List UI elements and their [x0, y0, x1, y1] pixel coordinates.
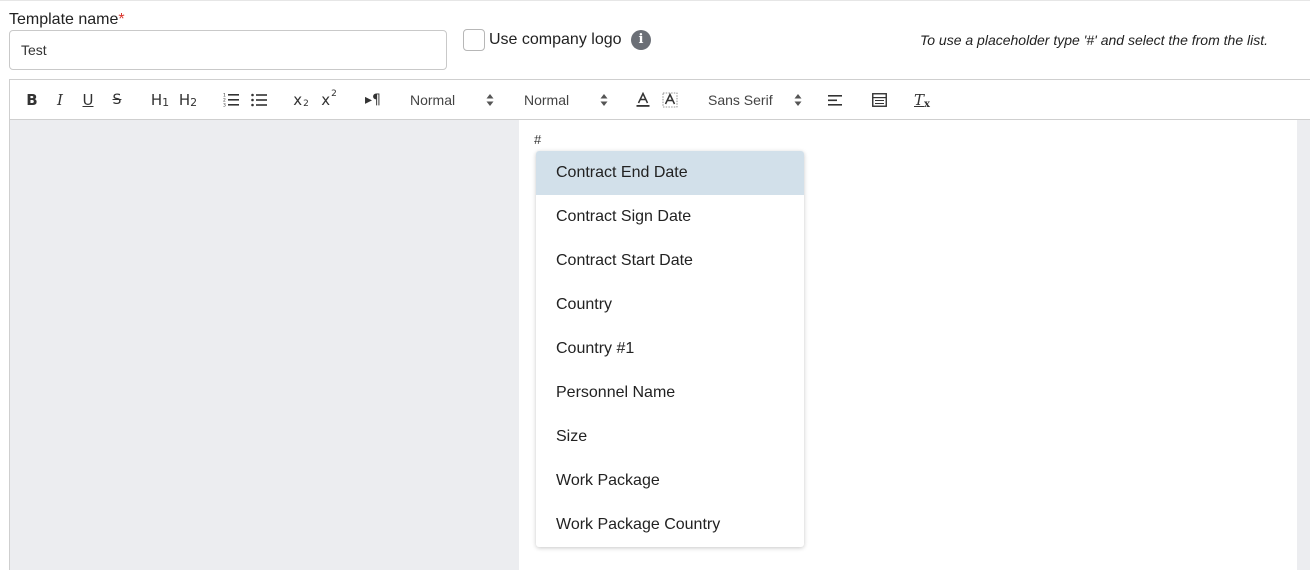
use-company-logo-label[interactable]: Use company logo	[489, 31, 622, 49]
header-select[interactable]: Normal	[524, 80, 608, 120]
placeholder-hint: To use a placeholder type '#' and select…	[919, 32, 1268, 48]
template-name-label: Template name*	[9, 11, 125, 28]
background-color-icon[interactable]	[659, 80, 681, 120]
dropdown-item[interactable]: Country #1	[536, 327, 804, 371]
info-icon[interactable]: i	[631, 30, 651, 50]
editor-content: #	[534, 132, 542, 147]
required-mark: *	[118, 11, 125, 28]
select-arrows-icon	[600, 94, 608, 106]
dropdown-item[interactable]: Work Package Country	[536, 503, 804, 547]
template-name-input[interactable]	[9, 30, 447, 70]
select-arrows-icon	[486, 94, 494, 106]
font-color-icon[interactable]	[632, 80, 654, 120]
dropdown-item[interactable]: Contract Sign Date	[536, 195, 804, 239]
dropdown-item[interactable]: Contract Start Date	[536, 239, 804, 283]
heading-1-icon[interactable]: H1	[148, 80, 172, 120]
dropdown-item[interactable]: Size	[536, 415, 804, 459]
bullet-list-icon[interactable]	[248, 80, 270, 120]
size-select[interactable]: Normal	[410, 80, 494, 120]
strikethrough-icon[interactable]: S	[106, 80, 128, 120]
dropdown-item[interactable]: Contract End Date	[536, 151, 804, 195]
dropdown-item[interactable]: Work Package	[536, 459, 804, 503]
italic-icon[interactable]: I	[49, 80, 71, 120]
underline-icon[interactable]: U	[77, 80, 99, 120]
select-arrows-icon	[794, 94, 802, 106]
subscript-icon[interactable]: x2	[290, 80, 312, 120]
table-icon[interactable]	[868, 80, 890, 120]
dropdown-item[interactable]: Personnel Name	[536, 371, 804, 415]
font-select[interactable]: Sans Serif	[708, 80, 802, 120]
bold-icon[interactable]: B	[21, 80, 43, 120]
superscript-icon[interactable]: x2	[318, 80, 340, 120]
clear-format-icon[interactable]: Tx	[911, 80, 933, 120]
ordered-list-icon[interactable]: 123	[220, 80, 242, 120]
text-direction-icon[interactable]: ▸¶	[361, 80, 385, 120]
use-company-logo-checkbox[interactable]	[463, 29, 485, 51]
editor-toolbar: B I U S H1 H2 123 x2 x2 ▸¶ Normal Normal…	[9, 79, 1310, 120]
placeholder-dropdown: Contract End Date Contract Sign Date Contr…	[536, 151, 804, 547]
svg-text:3: 3	[223, 103, 226, 108]
align-icon[interactable]	[825, 80, 847, 120]
heading-2-icon[interactable]: H2	[176, 80, 200, 120]
dropdown-item[interactable]: Country	[536, 283, 804, 327]
top-divider	[0, 0, 1310, 1]
